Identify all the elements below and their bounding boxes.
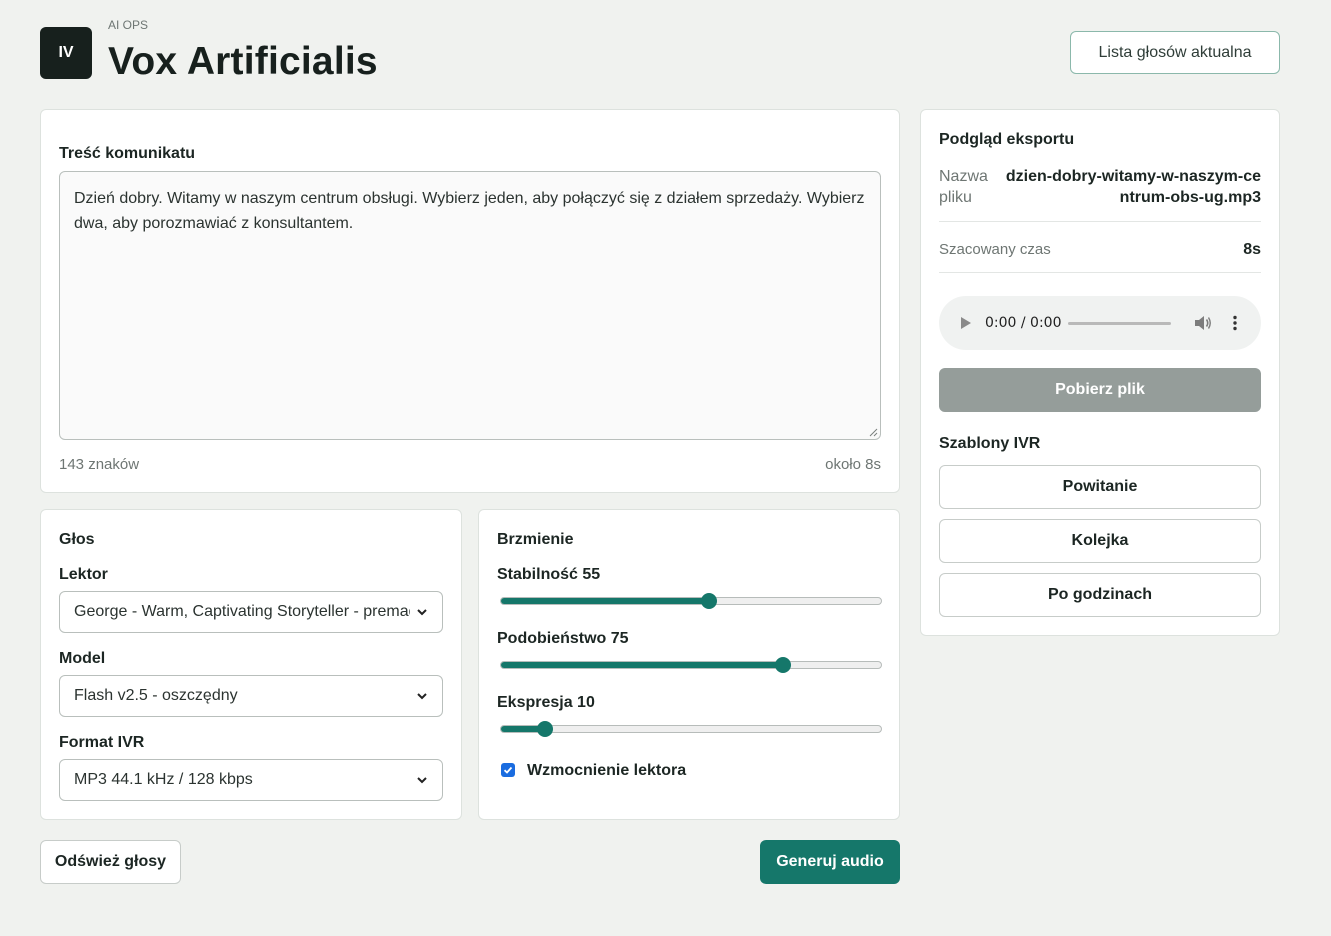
boost-label[interactable]: Wzmocnienie lektora [527,762,686,780]
generate-audio-button[interactable]: Generuj audio [760,840,900,884]
similarity-label: Podobieństwo 75 [497,630,629,647]
filename-label: Nazwa pliku [939,168,988,206]
speaker-select[interactable]: George - Warm, Captivating Storyteller -… [59,591,443,633]
sound-card-title: Brzmienie [497,531,574,548]
duration-estimate: około 8s [825,456,881,473]
message-text: Dzień dobry. Witamy w naszym centrum obs… [74,190,865,232]
templates-title: Szablony IVR [939,435,1041,452]
audio-progress-bar[interactable] [1068,322,1171,325]
stability-label: Stabilność 55 [497,566,601,583]
stability-slider-track [500,597,882,605]
more-options-icon[interactable] [1233,315,1237,331]
similarity-slider[interactable] [500,657,882,673]
time-label: Szacowany czas [939,241,1051,258]
expression-label: Ekspresja 10 [497,694,595,711]
play-icon[interactable] [960,316,972,330]
audio-player[interactable]: 0:00 / 0:00 [939,296,1261,350]
divider [939,272,1261,273]
template-po-godzinach-button[interactable]: Po godzinach [939,573,1261,617]
check-icon [503,766,513,774]
voice-list-status-button[interactable]: Lista głosów aktualna [1070,31,1280,74]
time-value: 8s [1243,241,1261,258]
template-powitanie-button[interactable]: Powitanie [939,465,1261,509]
model-select-value: Flash v2.5 - oszczędny [74,687,238,704]
refresh-voices-button[interactable]: Odśwież głosy [40,840,181,884]
app-logo: IV [40,27,92,79]
download-button[interactable]: Pobierz plik [939,368,1261,412]
export-card-title: Podgląd eksportu [939,131,1075,148]
boost-checkbox[interactable] [501,763,515,777]
speaker-label: Lektor [59,566,108,583]
audio-time: 0:00 / 0:00 [985,315,1062,331]
stability-slider-thumb[interactable] [701,593,718,609]
chevron-down-icon [417,777,427,784]
expression-slider[interactable] [500,721,882,737]
char-count: 143 znaków [59,456,140,473]
logo-text: IV [58,44,74,61]
stability-slider[interactable] [500,593,882,609]
format-label: Format IVR [59,734,145,751]
expression-slider-track [500,725,882,733]
expression-slider-thumb[interactable] [536,721,553,737]
similarity-slider-thumb[interactable] [774,657,791,673]
stability-slider-fill [501,598,711,604]
format-select-value: MP3 44.1 kHz / 128 kbps [74,771,253,788]
speaker-select-value: George - Warm, Captivating Storyteller -… [74,603,410,620]
chevron-down-icon [417,609,427,616]
model-label: Model [59,650,106,667]
resize-grip-icon[interactable] [868,427,878,437]
message-textarea[interactable]: Dzień dobry. Witamy w naszym centrum obs… [59,171,881,440]
format-select[interactable]: MP3 44.1 kHz / 128 kbps [59,759,443,801]
app-eyebrow: AI OPS [108,18,149,32]
chevron-down-icon [417,693,427,700]
model-select[interactable]: Flash v2.5 - oszczędny [59,675,443,717]
filename-value: dzien-dobry-witamy-w-naszym-centrum-obs-… [1005,168,1261,206]
volume-icon[interactable] [1194,315,1212,331]
similarity-slider-fill [501,662,784,668]
page-title: Vox Artificialis [108,40,378,83]
similarity-slider-track [500,661,882,669]
template-kolejka-button[interactable]: Kolejka [939,519,1261,563]
divider [939,221,1261,222]
voice-card-title: Głos [59,531,95,548]
message-label: Treść komunikatu [59,145,196,162]
